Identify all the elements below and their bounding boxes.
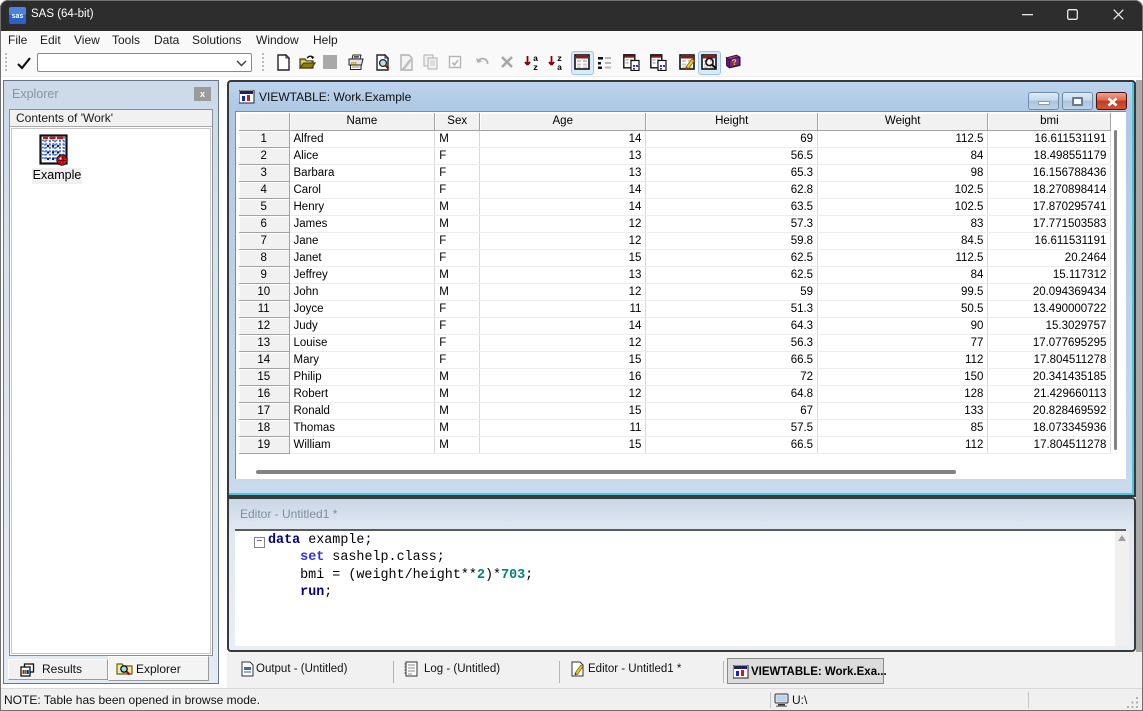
svg-text:a: a (557, 63, 562, 71)
svg-text:sas: sas (12, 13, 24, 20)
svg-text:z: z (533, 63, 538, 71)
